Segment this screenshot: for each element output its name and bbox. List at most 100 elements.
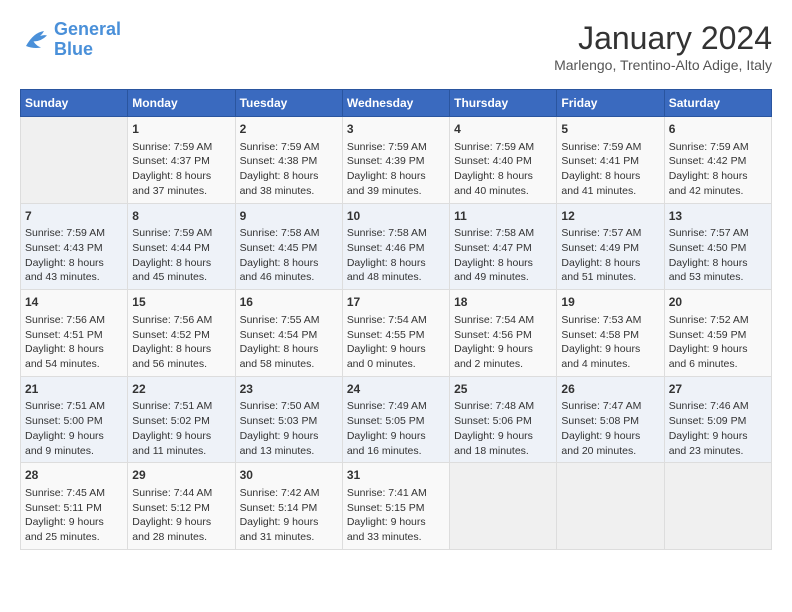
day-number: 28 [25,467,123,484]
day-number: 18 [454,294,552,311]
day-info: Sunrise: 7:59 AMSunset: 4:41 PMDaylight:… [561,140,659,199]
day-info: Sunrise: 7:56 AMSunset: 4:51 PMDaylight:… [25,313,123,372]
day-info: Sunrise: 7:51 AMSunset: 5:02 PMDaylight:… [132,399,230,458]
calendar-cell: 5 Sunrise: 7:59 AMSunset: 4:41 PMDaylight… [557,117,664,204]
calendar-cell: 7Sunrise: 7:59 AMSunset: 4:43 PMDaylight… [21,203,128,290]
day-info: Sunrise: 7:58 AMSunset: 4:45 PMDaylight:… [240,226,338,285]
day-info: Sunrise: 7:44 AMSunset: 5:12 PMDaylight:… [132,486,230,545]
logo-text: General Blue [54,20,121,60]
day-info: Sunrise: 7:58 AMSunset: 4:46 PMDaylight:… [347,226,445,285]
calendar-cell: 6 Sunrise: 7:59 AMSunset: 4:42 PMDaylight… [664,117,771,204]
header-wednesday: Wednesday [342,90,449,117]
calendar-cell: 16 Sunrise: 7:55 AMSunset: 4:54 PMDayligh… [235,290,342,377]
day-info: Sunrise: 7:59 AMSunset: 4:39 PMDaylight:… [347,140,445,199]
day-number: 3 [347,121,445,138]
day-number: 20 [669,294,767,311]
day-number: 21 [25,381,123,398]
day-info: Sunrise: 7:57 AMSunset: 4:50 PMDaylight:… [669,226,767,285]
calendar-week-row: 28 Sunrise: 7:45 AMSunset: 5:11 PMDayligh… [21,463,772,550]
header-tuesday: Tuesday [235,90,342,117]
page-header: General Blue January 2024 Marlengo, Tren… [20,20,772,73]
day-number: 15 [132,294,230,311]
calendar-header-row: SundayMondayTuesdayWednesdayThursdayFrid… [21,90,772,117]
day-info: Sunrise: 7:56 AMSunset: 4:52 PMDaylight:… [132,313,230,372]
calendar-week-row: 1 Sunrise: 7:59 AMSunset: 4:37 PMDaylight… [21,117,772,204]
day-info: Sunrise: 7:54 AMSunset: 4:56 PMDaylight:… [454,313,552,372]
logo: General Blue [20,20,121,60]
header-friday: Friday [557,90,664,117]
calendar-cell: 24Sunrise: 7:49 AMSunset: 5:05 PMDayligh… [342,376,449,463]
day-info: Sunrise: 7:51 AMSunset: 5:00 PMDaylight:… [25,399,123,458]
day-info: Sunrise: 7:47 AMSunset: 5:08 PMDaylight:… [561,399,659,458]
calendar-cell: 1 Sunrise: 7:59 AMSunset: 4:37 PMDaylight… [128,117,235,204]
calendar-week-row: 21Sunrise: 7:51 AMSunset: 5:00 PMDayligh… [21,376,772,463]
calendar-cell: 12Sunrise: 7:57 AMSunset: 4:49 PMDayligh… [557,203,664,290]
calendar-cell: 14 Sunrise: 7:56 AMSunset: 4:51 PMDayligh… [21,290,128,377]
day-info: Sunrise: 7:49 AMSunset: 5:05 PMDaylight:… [347,399,445,458]
calendar-cell: 10Sunrise: 7:58 AMSunset: 4:46 PMDayligh… [342,203,449,290]
calendar-cell: 15 Sunrise: 7:56 AMSunset: 4:52 PMDayligh… [128,290,235,377]
calendar-cell [664,463,771,550]
day-info: Sunrise: 7:59 AMSunset: 4:38 PMDaylight:… [240,140,338,199]
calendar-cell: 17Sunrise: 7:54 AMSunset: 4:55 PMDayligh… [342,290,449,377]
calendar-cell [557,463,664,550]
day-number: 2 [240,121,338,138]
day-info: Sunrise: 7:59 AMSunset: 4:42 PMDaylight:… [669,140,767,199]
calendar-cell: 29 Sunrise: 7:44 AMSunset: 5:12 PMDayligh… [128,463,235,550]
day-number: 25 [454,381,552,398]
day-number: 16 [240,294,338,311]
day-info: Sunrise: 7:54 AMSunset: 4:55 PMDaylight:… [347,313,445,372]
day-number: 1 [132,121,230,138]
calendar-week-row: 14 Sunrise: 7:56 AMSunset: 4:51 PMDayligh… [21,290,772,377]
calendar-week-row: 7Sunrise: 7:59 AMSunset: 4:43 PMDaylight… [21,203,772,290]
title-block: January 2024 Marlengo, Trentino-Alto Adi… [554,20,772,73]
day-number: 19 [561,294,659,311]
calendar-cell: 27Sunrise: 7:46 AMSunset: 5:09 PMDayligh… [664,376,771,463]
header-saturday: Saturday [664,90,771,117]
day-info: Sunrise: 7:57 AMSunset: 4:49 PMDaylight:… [561,226,659,285]
day-info: Sunrise: 7:55 AMSunset: 4:54 PMDaylight:… [240,313,338,372]
day-info: Sunrise: 7:50 AMSunset: 5:03 PMDaylight:… [240,399,338,458]
day-info: Sunrise: 7:59 AMSunset: 4:37 PMDaylight:… [132,140,230,199]
day-number: 27 [669,381,767,398]
day-number: 11 [454,208,552,225]
day-number: 12 [561,208,659,225]
day-info: Sunrise: 7:42 AMSunset: 5:14 PMDaylight:… [240,486,338,545]
calendar-cell: 30Sunrise: 7:42 AMSunset: 5:14 PMDayligh… [235,463,342,550]
calendar-cell: 3 Sunrise: 7:59 AMSunset: 4:39 PMDaylight… [342,117,449,204]
calendar-cell: 18 Sunrise: 7:54 AMSunset: 4:56 PMDayligh… [450,290,557,377]
day-number: 26 [561,381,659,398]
day-number: 9 [240,208,338,225]
day-number: 13 [669,208,767,225]
day-number: 8 [132,208,230,225]
calendar-cell: 19Sunrise: 7:53 AMSunset: 4:58 PMDayligh… [557,290,664,377]
logo-icon [20,25,50,55]
header-thursday: Thursday [450,90,557,117]
day-number: 5 [561,121,659,138]
calendar-cell: 26Sunrise: 7:47 AMSunset: 5:08 PMDayligh… [557,376,664,463]
location: Marlengo, Trentino-Alto Adige, Italy [554,57,772,73]
calendar-cell: 8Sunrise: 7:59 AMSunset: 4:44 PMDaylight… [128,203,235,290]
calendar-cell: 22Sunrise: 7:51 AMSunset: 5:02 PMDayligh… [128,376,235,463]
day-number: 14 [25,294,123,311]
calendar-cell: 11Sunrise: 7:58 AMSunset: 4:47 PMDayligh… [450,203,557,290]
day-info: Sunrise: 7:41 AMSunset: 5:15 PMDaylight:… [347,486,445,545]
day-number: 6 [669,121,767,138]
day-info: Sunrise: 7:46 AMSunset: 5:09 PMDaylight:… [669,399,767,458]
calendar-cell: 21Sunrise: 7:51 AMSunset: 5:00 PMDayligh… [21,376,128,463]
header-monday: Monday [128,90,235,117]
day-info: Sunrise: 7:45 AMSunset: 5:11 PMDaylight:… [25,486,123,545]
calendar-cell: 9Sunrise: 7:58 AMSunset: 4:45 PMDaylight… [235,203,342,290]
header-sunday: Sunday [21,90,128,117]
day-info: Sunrise: 7:52 AMSunset: 4:59 PMDaylight:… [669,313,767,372]
calendar-cell: 2 Sunrise: 7:59 AMSunset: 4:38 PMDaylight… [235,117,342,204]
day-number: 31 [347,467,445,484]
day-info: Sunrise: 7:59 AMSunset: 4:40 PMDaylight:… [454,140,552,199]
calendar-cell: 28 Sunrise: 7:45 AMSunset: 5:11 PMDayligh… [21,463,128,550]
calendar-cell: 23Sunrise: 7:50 AMSunset: 5:03 PMDayligh… [235,376,342,463]
day-info: Sunrise: 7:59 AMSunset: 4:44 PMDaylight:… [132,226,230,285]
day-number: 29 [132,467,230,484]
calendar-cell: 31 Sunrise: 7:41 AMSunset: 5:15 PMDayligh… [342,463,449,550]
day-number: 23 [240,381,338,398]
day-info: Sunrise: 7:48 AMSunset: 5:06 PMDaylight:… [454,399,552,458]
